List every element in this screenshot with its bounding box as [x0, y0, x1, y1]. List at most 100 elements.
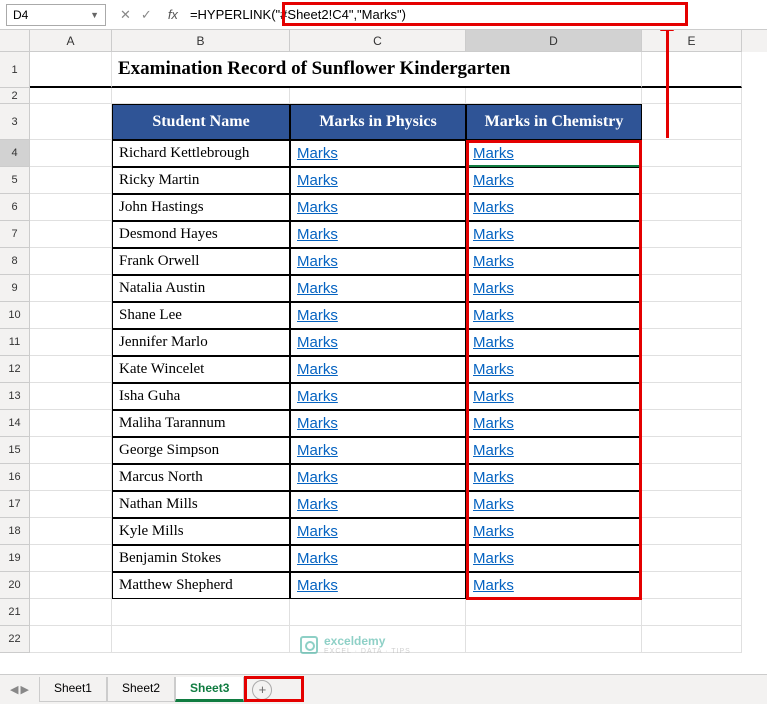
cell-E22[interactable]: [642, 626, 742, 653]
student-name-cell[interactable]: Ricky Martin: [112, 167, 290, 194]
col-header-D[interactable]: D: [466, 30, 642, 52]
marks-physics-link[interactable]: Marks: [290, 437, 466, 464]
select-all-triangle[interactable]: [0, 30, 30, 52]
row-header-3[interactable]: 3: [0, 104, 30, 140]
marks-physics-link[interactable]: Marks: [290, 383, 466, 410]
tab-nav-next-icon[interactable]: ▶: [20, 683, 28, 696]
student-name-cell[interactable]: Maliha Tarannum: [112, 410, 290, 437]
cell-E5[interactable]: [642, 167, 742, 194]
row-header-1[interactable]: 1: [0, 52, 30, 88]
row-header-17[interactable]: 17: [0, 491, 30, 518]
student-name-cell[interactable]: Kate Wincelet: [112, 356, 290, 383]
student-name-cell[interactable]: Marcus North: [112, 464, 290, 491]
cell-E13[interactable]: [642, 383, 742, 410]
cell-A9[interactable]: [30, 275, 112, 302]
row-header-9[interactable]: 9: [0, 275, 30, 302]
student-name-cell[interactable]: Richard Kettlebrough: [112, 140, 290, 167]
col-header-C[interactable]: C: [290, 30, 466, 52]
row-header-22[interactable]: 22: [0, 626, 30, 653]
cell-A21[interactable]: [30, 599, 112, 626]
formula-input[interactable]: [186, 4, 767, 26]
student-name-cell[interactable]: Natalia Austin: [112, 275, 290, 302]
cell-A10[interactable]: [30, 302, 112, 329]
row-header-20[interactable]: 20: [0, 572, 30, 599]
cell-D22[interactable]: [466, 626, 642, 653]
row-header-16[interactable]: 16: [0, 464, 30, 491]
row-header-13[interactable]: 13: [0, 383, 30, 410]
student-name-cell[interactable]: Jennifer Marlo: [112, 329, 290, 356]
row-header-15[interactable]: 15: [0, 437, 30, 464]
cell-C2[interactable]: [290, 88, 466, 104]
cell-B22[interactable]: [112, 626, 290, 653]
grid[interactable]: Examination Record of Sunflower Kinderga…: [30, 52, 767, 653]
marks-chemistry-link[interactable]: Marks: [466, 329, 642, 356]
row-header-11[interactable]: 11: [0, 329, 30, 356]
cell-A17[interactable]: [30, 491, 112, 518]
marks-physics-link[interactable]: Marks: [290, 194, 466, 221]
cell-E3[interactable]: [642, 104, 742, 140]
marks-physics-link[interactable]: Marks: [290, 248, 466, 275]
marks-physics-link[interactable]: Marks: [290, 464, 466, 491]
cell-A5[interactable]: [30, 167, 112, 194]
cell-E7[interactable]: [642, 221, 742, 248]
cell-D2[interactable]: [466, 88, 642, 104]
marks-chemistry-link[interactable]: Marks: [466, 221, 642, 248]
col-header-E[interactable]: E: [642, 30, 742, 52]
cell-E16[interactable]: [642, 464, 742, 491]
student-name-cell[interactable]: Benjamin Stokes: [112, 545, 290, 572]
cell-A1[interactable]: [30, 52, 112, 88]
cell-E11[interactable]: [642, 329, 742, 356]
marks-chemistry-link[interactable]: Marks: [466, 167, 642, 194]
marks-physics-link[interactable]: Marks: [290, 572, 466, 599]
cell-E6[interactable]: [642, 194, 742, 221]
chevron-down-icon[interactable]: ▼: [90, 10, 99, 20]
marks-chemistry-link[interactable]: Marks: [466, 140, 642, 167]
cell-E8[interactable]: [642, 248, 742, 275]
row-header-18[interactable]: 18: [0, 518, 30, 545]
student-name-cell[interactable]: Matthew Shepherd: [112, 572, 290, 599]
cell-E12[interactable]: [642, 356, 742, 383]
cell-E4[interactable]: [642, 140, 742, 167]
name-box[interactable]: D4 ▼: [6, 4, 106, 26]
cell-A19[interactable]: [30, 545, 112, 572]
student-name-cell[interactable]: Isha Guha: [112, 383, 290, 410]
cell-A15[interactable]: [30, 437, 112, 464]
student-name-cell[interactable]: Kyle Mills: [112, 518, 290, 545]
row-header-19[interactable]: 19: [0, 545, 30, 572]
cell-A8[interactable]: [30, 248, 112, 275]
marks-chemistry-link[interactable]: Marks: [466, 518, 642, 545]
cell-A20[interactable]: [30, 572, 112, 599]
marks-chemistry-link[interactable]: Marks: [466, 194, 642, 221]
row-header-8[interactable]: 8: [0, 248, 30, 275]
marks-chemistry-link[interactable]: Marks: [466, 356, 642, 383]
marks-chemistry-link[interactable]: Marks: [466, 410, 642, 437]
cell-E17[interactable]: [642, 491, 742, 518]
row-header-14[interactable]: 14: [0, 410, 30, 437]
col-header-A[interactable]: A: [30, 30, 112, 52]
student-name-cell[interactable]: George Simpson: [112, 437, 290, 464]
cell-A18[interactable]: [30, 518, 112, 545]
row-header-5[interactable]: 5: [0, 167, 30, 194]
marks-physics-link[interactable]: Marks: [290, 545, 466, 572]
student-name-cell[interactable]: Frank Orwell: [112, 248, 290, 275]
student-name-cell[interactable]: Shane Lee: [112, 302, 290, 329]
tab-sheet3[interactable]: Sheet3: [175, 677, 244, 702]
marks-physics-link[interactable]: Marks: [290, 221, 466, 248]
marks-physics-link[interactable]: Marks: [290, 275, 466, 302]
row-header-4[interactable]: 4: [0, 140, 30, 167]
header-marks-chemistry[interactable]: Marks in Chemistry: [466, 104, 642, 140]
cell-A3[interactable]: [30, 104, 112, 140]
header-marks-physics[interactable]: Marks in Physics: [290, 104, 466, 140]
cell-A6[interactable]: [30, 194, 112, 221]
marks-physics-link[interactable]: Marks: [290, 329, 466, 356]
cell-A13[interactable]: [30, 383, 112, 410]
cell-C21[interactable]: [290, 599, 466, 626]
marks-chemistry-link[interactable]: Marks: [466, 572, 642, 599]
marks-physics-link[interactable]: Marks: [290, 491, 466, 518]
marks-chemistry-link[interactable]: Marks: [466, 275, 642, 302]
cell-A14[interactable]: [30, 410, 112, 437]
row-header-6[interactable]: 6: [0, 194, 30, 221]
cell-E21[interactable]: [642, 599, 742, 626]
marks-physics-link[interactable]: Marks: [290, 167, 466, 194]
cell-A2[interactable]: [30, 88, 112, 104]
